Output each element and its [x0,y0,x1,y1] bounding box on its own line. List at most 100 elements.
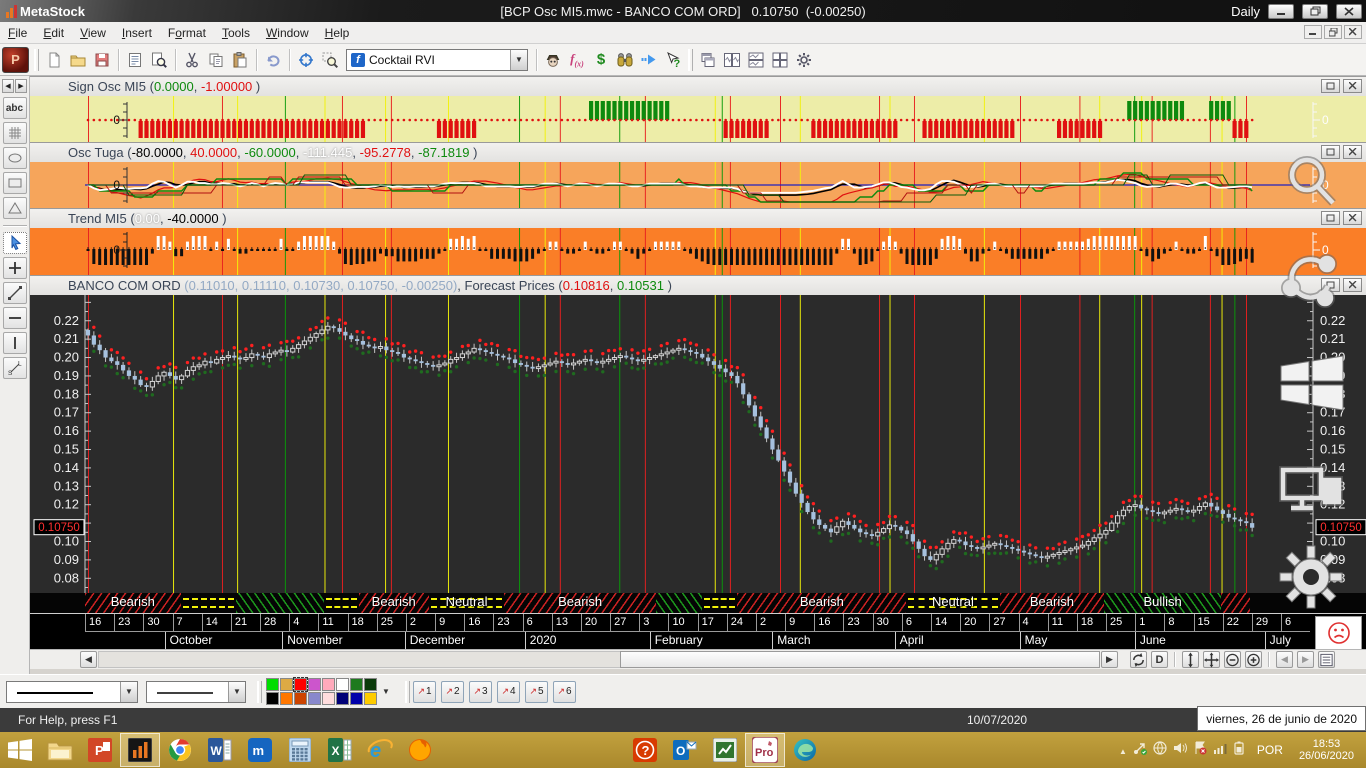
power-console-button[interactable]: P [2,47,29,73]
context-help-button[interactable]: ? [661,48,685,72]
function-button[interactable]: f(x) [565,48,589,72]
menu-file[interactable]: File [0,23,35,43]
scrollbar-thumb[interactable] [620,651,1100,668]
zoom-in-button[interactable] [1245,651,1262,668]
data-window-button[interactable] [1318,651,1335,668]
taskbar-help-viewer[interactable]: ? [625,733,665,767]
pan-button[interactable] [1203,651,1220,668]
child-close-button[interactable] [1344,25,1362,39]
binoculars-button[interactable] [613,48,637,72]
color-swatch[interactable] [336,692,349,705]
color-swatch[interactable] [294,692,307,705]
dollar-button[interactable]: $ [589,48,613,72]
pane-main-restore-button[interactable] [1321,278,1340,292]
scrollbar-right-button[interactable]: ▶ [1101,651,1118,668]
tile-vertical-button[interactable] [720,48,744,72]
color-swatch[interactable] [350,692,363,705]
explorer-head-button[interactable] [541,48,565,72]
color-swatch[interactable] [280,678,293,691]
taskbar-clock[interactable]: 18:5326/06/2020 [1293,738,1360,762]
tile-grid-button[interactable] [768,48,792,72]
indicator-quicklist-combo[interactable]: fCocktail RVI▼ [346,49,528,71]
new-button[interactable] [42,48,66,72]
usb-icon[interactable] [1133,741,1147,760]
restore-button[interactable] [1302,4,1328,19]
properties-button[interactable] [123,48,147,72]
notifications-flag-icon[interactable] [1193,741,1207,760]
tile-horizontal-button[interactable] [744,48,768,72]
open-button[interactable] [66,48,90,72]
page-right-button[interactable]: ▶ [1297,651,1314,668]
undo-button[interactable] [261,48,285,72]
target-button[interactable] [294,48,318,72]
taskbar-outlook[interactable]: O [665,733,705,767]
rectangle-tool[interactable] [3,172,27,194]
taskbar-maxthon[interactable]: m [240,733,280,767]
line-weight-combo[interactable]: ▼ [146,681,246,703]
pane-sign-close-button[interactable] [1343,79,1362,93]
taskbar-metastock-pro[interactable]: Pro [745,733,785,767]
menu-tools[interactable]: Tools [214,23,258,43]
taskbar-word[interactable]: W [200,733,240,767]
layout-button-4[interactable]: ↗4 [497,681,520,703]
taskbar-file-explorer[interactable] [40,733,80,767]
save-button[interactable] [90,48,114,72]
scrollbar-left-button[interactable]: ◀ [80,651,97,668]
pane-tuga-plot[interactable]: 00 [30,162,1366,208]
battery-icon[interactable] [1233,741,1247,760]
pane-trend-plot[interactable]: 00 [30,228,1366,275]
language-indicator[interactable]: POR [1253,743,1287,757]
pane-main-plot[interactable]: 0.220.220.210.210.200.200.190.190.180.18… [30,295,1366,593]
horizontal-line-tool[interactable] [3,307,27,329]
go-arrow-button[interactable] [637,48,661,72]
start-button[interactable] [0,733,40,767]
crosshair-tool[interactable] [3,257,27,279]
color-swatch[interactable] [280,692,293,705]
combo-dropdown-arrow[interactable]: ▼ [228,682,245,702]
paste-button[interactable] [228,48,252,72]
line-style-combo[interactable]: ▼ [6,681,138,703]
color-swatch[interactable] [266,678,279,691]
color-swatch[interactable] [322,692,335,705]
expert-advisor-indicator[interactable] [1315,616,1362,650]
menu-edit[interactable]: Edit [35,23,72,43]
signal-icon[interactable] [1213,741,1227,760]
taskbar-internet-explorer[interactable]: e [360,733,400,767]
pane-sign-restore-button[interactable] [1321,79,1340,93]
layout-button-5[interactable]: ↗5 [525,681,548,703]
color-swatch[interactable] [336,678,349,691]
scroll-left-button[interactable]: ◀ [2,79,14,93]
child-minimize-button[interactable] [1304,25,1322,39]
options-button[interactable] [792,48,816,72]
text-tool[interactable]: abc [3,97,27,119]
pane-tuga-restore-button[interactable] [1321,145,1340,159]
page-left-button[interactable]: ◀ [1276,651,1293,668]
combo-dropdown-arrow[interactable]: ▼ [120,682,137,702]
layout-button-6[interactable]: ↗6 [553,681,576,703]
color-swatch[interactable] [308,678,321,691]
pane-trend-restore-button[interactable] [1321,211,1340,225]
pane-tuga-close-button[interactable] [1343,145,1362,159]
taskbar-metastock[interactable] [120,733,160,767]
menu-format[interactable]: Format [160,23,214,43]
color-swatch[interactable] [266,692,279,705]
menu-window[interactable]: Window [258,23,317,43]
trendline-tool[interactable] [3,282,27,304]
periodicity-d-button[interactable]: D [1151,651,1168,668]
volume-icon[interactable] [1173,741,1187,760]
network-icon[interactable] [1153,741,1167,760]
minimize-button[interactable] [1268,4,1294,19]
color-swatch[interactable] [350,678,363,691]
hidden-icons-icon[interactable]: ▲ [1119,741,1127,759]
taskbar-firefox[interactable] [400,733,440,767]
cut-button[interactable] [180,48,204,72]
copy-button[interactable] [204,48,228,72]
menu-view[interactable]: View [72,23,114,43]
layout-button-1[interactable]: ↗1 [413,681,436,703]
color-swatch[interactable] [364,678,377,691]
palette-dropdown-arrow[interactable]: ▼ [380,679,392,705]
taskbar-calculator[interactable] [280,733,320,767]
vertical-zoom-button[interactable] [1182,651,1199,668]
refresh-button[interactable] [1130,651,1147,668]
menu-insert[interactable]: Insert [114,23,160,43]
